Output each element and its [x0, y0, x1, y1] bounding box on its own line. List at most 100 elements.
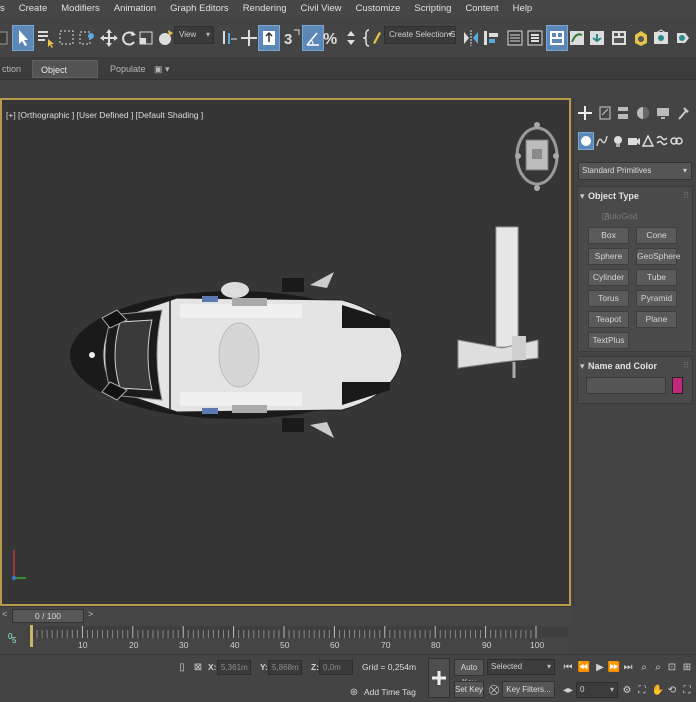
ribbon-options-icon[interactable]: ▣ ▾	[150, 60, 174, 78]
material-editor-icon[interactable]	[608, 25, 630, 51]
zoom-icon[interactable]: ⌕	[638, 660, 650, 674]
time-slider-prev-icon[interactable]: <	[2, 609, 7, 619]
window-crossing-icon[interactable]	[76, 25, 98, 51]
y-coordinate-field[interactable]: 5,868m	[268, 660, 302, 675]
time-slider[interactable]: < 0 / 100 >	[0, 606, 571, 624]
next-frame-icon[interactable]: ⏩	[608, 660, 620, 674]
x-coordinate-field[interactable]: 5,361m	[217, 660, 251, 675]
cone-button[interactable]: Cone	[636, 227, 677, 244]
isolate-selection-icon[interactable]: ▯	[176, 660, 188, 674]
object-type-header[interactable]: Object Type	[578, 187, 692, 205]
previous-frame-icon[interactable]: ⏪	[578, 660, 590, 674]
curve-editor-icon[interactable]	[566, 25, 588, 51]
set-keys-large-button[interactable]	[428, 658, 450, 698]
modify-tab-icon[interactable]	[596, 104, 614, 122]
keyboard-shortcut-override-icon[interactable]	[258, 25, 280, 51]
menu-item-create[interactable]: Create	[12, 0, 55, 18]
menu-item-rendering[interactable]: Rendering	[236, 0, 294, 18]
scene-explorer-icon[interactable]	[504, 25, 526, 51]
key-filter-icon[interactable]: ⛒	[488, 683, 500, 697]
render-production-icon[interactable]	[672, 25, 694, 51]
select-manipulate-icon[interactable]	[238, 25, 260, 51]
pivot-center-icon[interactable]	[218, 25, 240, 51]
menu-item-scripting[interactable]: Scripting	[407, 0, 458, 18]
edit-named-selection-icon[interactable]	[362, 25, 384, 51]
set-key-button[interactable]: Set Key	[454, 681, 484, 698]
geometry-icon[interactable]	[578, 132, 594, 150]
sphere-button[interactable]: Sphere	[588, 248, 629, 265]
select-object-icon[interactable]	[12, 25, 34, 51]
object-name-input[interactable]	[586, 377, 666, 394]
hierarchy-tab-icon[interactable]	[614, 104, 632, 122]
tab-selection[interactable]: ction	[0, 60, 29, 78]
textplus-button[interactable]: TextPlus	[588, 332, 629, 349]
menu-item-civil-view[interactable]: Civil View	[294, 0, 349, 18]
selection-lock-icon[interactable]: ⊠	[192, 660, 204, 674]
key-mode-dropdown[interactable]: Selected	[487, 659, 555, 675]
shapes-icon[interactable]	[594, 132, 610, 150]
go-to-end-icon[interactable]: ⏭	[622, 660, 634, 674]
go-to-start-icon[interactable]: ⏮	[562, 660, 574, 674]
track-bar[interactable]: 0 5 10 20 30 40 50 60 70 80 90 100	[0, 624, 571, 654]
reference-coordinate-dropdown[interactable]: View	[174, 26, 214, 44]
toggle-ribbon-icon[interactable]	[546, 25, 568, 51]
cylinder-button[interactable]: Cylinder	[588, 269, 629, 286]
z-coordinate-field[interactable]: 0,0m	[319, 660, 353, 675]
schematic-view-icon[interactable]	[586, 25, 608, 51]
add-time-tag-label[interactable]: Add Time Tag	[364, 687, 416, 697]
geosphere-button[interactable]: GeoSphere	[636, 248, 680, 265]
render-setup-icon[interactable]	[630, 25, 652, 51]
time-slider-handle[interactable]: 0 / 100	[12, 609, 84, 623]
play-icon[interactable]: ▶	[594, 660, 606, 674]
name-and-color-header[interactable]: Name and Color	[578, 357, 692, 375]
maximize-viewport-icon[interactable]: ⛶	[681, 683, 693, 697]
time-config-icon[interactable]: ◂▸	[562, 683, 574, 697]
teapot-button[interactable]: Teapot	[588, 311, 629, 328]
primitives-category-dropdown[interactable]: Standard Primitives	[578, 162, 692, 180]
orbit-icon[interactable]: ⟲	[666, 683, 678, 697]
align-icon[interactable]	[480, 25, 502, 51]
zoom-all-icon[interactable]: ⌕	[652, 660, 664, 674]
tab-populate[interactable]: Populate	[102, 60, 154, 78]
menu-item-help[interactable]: Help	[506, 0, 540, 18]
utilities-tab-icon[interactable]	[674, 104, 692, 122]
spinner-snap-icon[interactable]	[340, 25, 362, 51]
zoom-extents-icon[interactable]: ⊡	[666, 660, 678, 674]
field-of-view-icon[interactable]: ⛶	[636, 683, 648, 697]
tube-button[interactable]: Tube	[636, 269, 677, 286]
auto-key-button[interactable]: Auto Key	[454, 659, 484, 687]
pyramid-button[interactable]: Pyramid	[636, 290, 677, 307]
viewport-orthographic[interactable]: [+] [Orthographic ] [User Defined ] [Def…	[0, 98, 571, 606]
layer-explorer-icon[interactable]	[524, 25, 546, 51]
tab-object-paint[interactable]: Object Paint	[32, 60, 98, 93]
plane-button[interactable]: Plane	[636, 311, 677, 328]
object-color-swatch[interactable]	[672, 377, 683, 394]
current-frame-spinner[interactable]: 0	[576, 682, 618, 698]
box-button[interactable]: Box	[588, 227, 629, 244]
menu-item-content[interactable]: Content	[458, 0, 505, 18]
systems-icon[interactable]	[668, 132, 684, 150]
mirror-icon[interactable]	[460, 25, 482, 51]
percent-snap-icon[interactable]: %	[320, 25, 342, 51]
motion-tab-icon[interactable]	[634, 104, 652, 122]
rendered-frame-window-icon[interactable]	[650, 25, 672, 51]
menu-item-animation[interactable]: Animation	[107, 0, 163, 18]
menu-item-graph-editors[interactable]: Graph Editors	[163, 0, 236, 18]
create-tab-icon[interactable]	[576, 104, 594, 122]
menu-item-customize[interactable]: Customize	[349, 0, 408, 18]
select-by-name-icon[interactable]	[34, 25, 56, 51]
display-tab-icon[interactable]	[654, 104, 672, 122]
lights-icon[interactable]	[610, 132, 626, 150]
zoom-extents-all-icon[interactable]: ⊞	[681, 660, 693, 674]
time-configuration-icon[interactable]: ⚙	[621, 683, 633, 697]
snaps-toggle-icon[interactable]: 3	[280, 25, 302, 51]
time-slider-next-icon[interactable]: >	[88, 609, 93, 619]
key-filters-button[interactable]: Key Filters...	[502, 681, 555, 698]
rect-selection-icon[interactable]	[56, 25, 78, 51]
move-icon[interactable]	[98, 25, 120, 51]
pan-icon[interactable]: ✋	[652, 683, 664, 697]
torus-button[interactable]: Torus	[588, 290, 629, 307]
menu-item-views[interactable]: s	[0, 0, 12, 18]
named-selection-sets-dropdown[interactable]: Create Selection Se	[384, 26, 456, 44]
time-tag-icon[interactable]: ⊛	[348, 685, 360, 699]
